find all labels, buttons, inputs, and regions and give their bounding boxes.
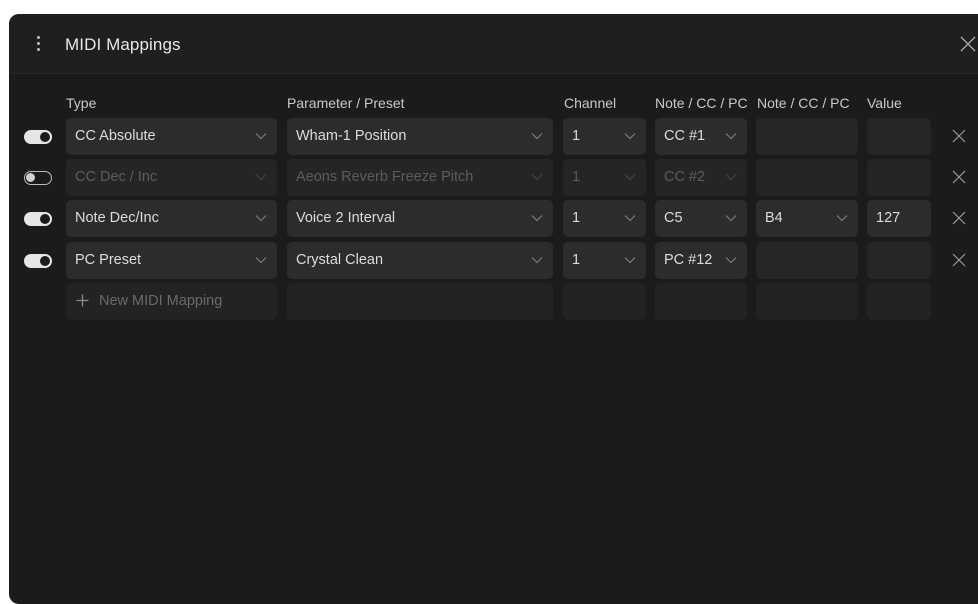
- note2-field[interactable]: [756, 118, 858, 155]
- chevron-down-icon: [725, 257, 737, 264]
- column-header-parameter: Parameter / Preset: [287, 95, 405, 111]
- chevron-down-icon: [255, 174, 267, 181]
- chevron-down-icon: [531, 174, 543, 181]
- title-bar: MIDI Mappings: [9, 14, 978, 74]
- parameter-value: Voice 2 Interval: [296, 210, 396, 226]
- chevron-down-icon: [725, 133, 737, 140]
- window-title: MIDI Mappings: [65, 35, 181, 54]
- chevron-down-icon: [624, 174, 636, 181]
- chevron-down-icon: [531, 257, 543, 264]
- value-field[interactable]: 127: [867, 200, 931, 237]
- parameter-select[interactable]: Wham-1 Position: [287, 118, 553, 155]
- column-header-note1: Note / CC / PC: [655, 95, 748, 111]
- note2-field[interactable]: [756, 242, 858, 279]
- plus-icon: [76, 294, 89, 307]
- chevron-down-icon: [725, 215, 737, 222]
- type-value: PC Preset: [75, 252, 142, 268]
- column-header-channel: Channel: [564, 95, 617, 111]
- remove-icon[interactable]: [951, 210, 967, 226]
- note1-select[interactable]: CC #2: [655, 159, 747, 196]
- channel-value: 1: [572, 128, 581, 144]
- chevron-down-icon: [531, 215, 543, 222]
- new-mapping-row: New MIDI Mapping: [9, 283, 978, 321]
- channel-value: 1: [572, 169, 581, 185]
- column-header-value: Value: [867, 95, 902, 111]
- channel-select[interactable]: 1: [563, 159, 646, 196]
- parameter-select[interactable]: Voice 2 Interval: [287, 200, 553, 237]
- chevron-down-icon: [255, 215, 267, 222]
- channel-value: 1: [572, 252, 581, 268]
- chevron-down-icon: [624, 257, 636, 264]
- note1-select[interactable]: CC #1: [655, 118, 747, 155]
- type-value: Note Dec/Inc: [75, 210, 159, 226]
- mapping-row: Note Dec/Inc Voice 2 Interval 1 C5 B4 12…: [9, 200, 978, 238]
- mapping-row: PC Preset Crystal Clean 1 PC #12: [9, 242, 978, 280]
- new-mapping-button[interactable]: New MIDI Mapping: [66, 283, 277, 320]
- chevron-down-icon: [624, 133, 636, 140]
- type-value: CC Dec / Inc: [75, 169, 158, 185]
- note1-select[interactable]: C5: [655, 200, 747, 237]
- type-select[interactable]: CC Absolute: [66, 118, 277, 155]
- value-text: 127: [876, 210, 901, 226]
- type-select[interactable]: Note Dec/Inc: [66, 200, 277, 237]
- note1-value: PC #12: [664, 252, 713, 268]
- new-mapping-label: New MIDI Mapping: [99, 293, 223, 309]
- parameter-value: Wham-1 Position: [296, 128, 407, 144]
- parameter-select[interactable]: Crystal Clean: [287, 242, 553, 279]
- new-value-placeholder: [867, 283, 931, 320]
- channel-value: 1: [572, 210, 581, 226]
- close-icon[interactable]: [959, 35, 977, 53]
- parameter-value: Aeons Reverb Freeze Pitch: [296, 169, 474, 185]
- new-note2-placeholder: [756, 283, 858, 320]
- enable-toggle[interactable]: [24, 212, 52, 226]
- new-parameter-placeholder: [287, 283, 553, 320]
- note2-field[interactable]: [756, 159, 858, 196]
- value-field[interactable]: [867, 118, 931, 155]
- chevron-down-icon: [531, 133, 543, 140]
- enable-toggle[interactable]: [24, 254, 52, 268]
- new-note1-placeholder: [655, 283, 747, 320]
- remove-icon[interactable]: [951, 252, 967, 268]
- chevron-down-icon: [255, 257, 267, 264]
- note2-value: B4: [765, 210, 783, 226]
- note1-value: CC #1: [664, 128, 706, 144]
- note1-value: CC #2: [664, 169, 706, 185]
- channel-select[interactable]: 1: [563, 242, 646, 279]
- mapping-row: CC Dec / Inc Aeons Reverb Freeze Pitch 1…: [9, 159, 978, 197]
- remove-icon[interactable]: [951, 169, 967, 185]
- type-value: CC Absolute: [75, 128, 156, 144]
- new-channel-placeholder: [563, 283, 646, 320]
- column-header-note2: Note / CC / PC: [757, 95, 850, 111]
- value-field[interactable]: [867, 159, 931, 196]
- chevron-down-icon: [624, 215, 636, 222]
- kebab-menu-icon[interactable]: [31, 33, 45, 59]
- note1-value: C5: [664, 210, 683, 226]
- chevron-down-icon: [836, 215, 848, 222]
- parameter-select[interactable]: Aeons Reverb Freeze Pitch: [287, 159, 553, 196]
- parameter-value: Crystal Clean: [296, 252, 384, 268]
- channel-select[interactable]: 1: [563, 200, 646, 237]
- column-header-type: Type: [66, 95, 97, 111]
- type-select[interactable]: CC Dec / Inc: [66, 159, 277, 196]
- remove-icon[interactable]: [951, 128, 967, 144]
- chevron-down-icon: [725, 174, 737, 181]
- midi-mappings-window: MIDI Mappings Type Parameter / Preset Ch…: [9, 14, 978, 604]
- chevron-down-icon: [255, 133, 267, 140]
- enable-toggle[interactable]: [24, 130, 52, 144]
- mapping-row: CC Absolute Wham-1 Position 1 CC #1: [9, 118, 978, 156]
- type-select[interactable]: PC Preset: [66, 242, 277, 279]
- note1-select[interactable]: PC #12: [655, 242, 747, 279]
- channel-select[interactable]: 1: [563, 118, 646, 155]
- enable-toggle[interactable]: [24, 171, 52, 185]
- note2-select[interactable]: B4: [756, 200, 858, 237]
- value-field[interactable]: [867, 242, 931, 279]
